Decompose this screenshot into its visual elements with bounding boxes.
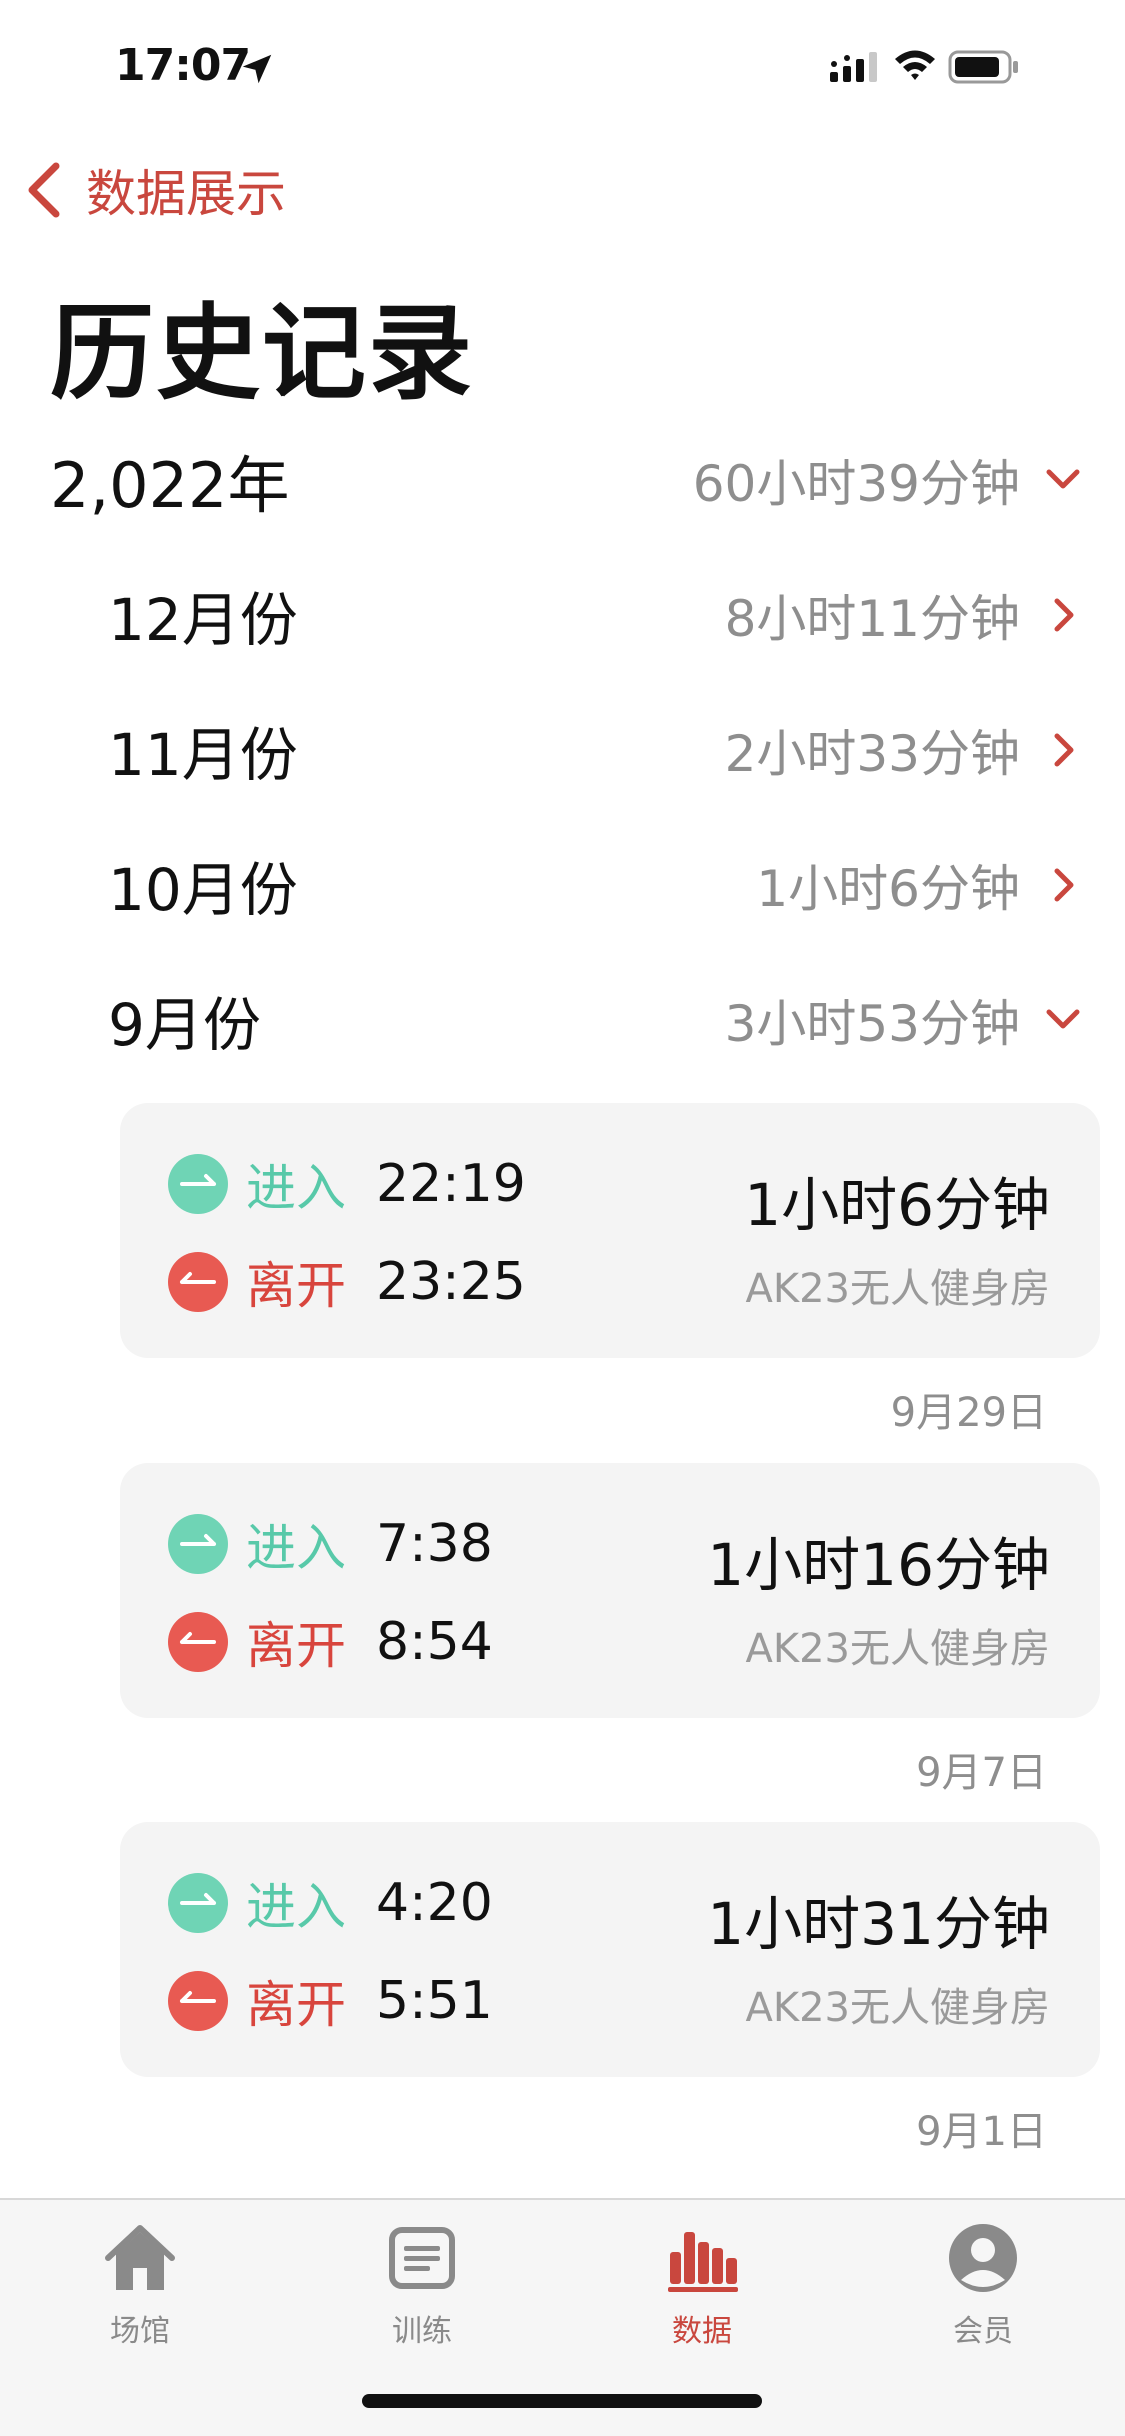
tab-label: 场馆	[110, 2314, 170, 2349]
leave-line: 离开 5:51	[168, 1970, 493, 2034]
tab-label: 会员	[953, 2314, 1013, 2349]
leave-line: 离开 8:54	[168, 1611, 493, 1675]
enter-line: 进入 4:20	[168, 1872, 493, 1936]
month-row[interactable]: 11月份 2小时33分钟	[0, 700, 1125, 800]
chevron-left-icon	[28, 162, 60, 218]
tab-label: 训练	[392, 2314, 452, 2349]
record-card[interactable]: 进入 4:20 离开 5:51 1小时31分钟 AK23无人健身房	[120, 1822, 1100, 2077]
wifi-icon	[895, 50, 935, 80]
location-arrow-icon	[242, 54, 272, 84]
enter-label: 进入	[246, 1519, 346, 1577]
record-date: 9月29日	[890, 1390, 1047, 1436]
chevron-down-icon	[1046, 1009, 1080, 1029]
enter-arrow-icon	[168, 1514, 228, 1574]
leave-arrow-icon	[168, 1612, 228, 1672]
duration: 1小时16分钟	[707, 1531, 1050, 1599]
status-bar: 17:07	[0, 0, 1125, 130]
screen: 17:07 数据展示 历史记录 2,022年 60小时39分钟 12月份 8小时…	[0, 0, 1125, 2436]
status-time: 17:07	[115, 40, 251, 91]
list-icon	[389, 2227, 455, 2289]
enter-line: 进入 22:19	[168, 1153, 526, 1217]
tab-training[interactable]: 训练	[342, 2218, 502, 2358]
leave-time: 23:25	[376, 1252, 526, 1312]
record-date: 9月7日	[916, 1750, 1047, 1796]
enter-label: 进入	[246, 1878, 346, 1936]
leave-arrow-icon	[168, 1971, 228, 2031]
leave-arrow-icon	[168, 1252, 228, 1312]
month-row[interactable]: 10月份 1小时6分钟	[0, 835, 1125, 935]
enter-line: 进入 7:38	[168, 1513, 493, 1577]
month-label: 9月份	[108, 991, 261, 1059]
venue-name: AK23无人健身房	[745, 1985, 1051, 2031]
month-row[interactable]: 9月份 3小时53分钟	[0, 970, 1125, 1070]
back-button[interactable]: 数据展示	[24, 155, 286, 225]
month-row[interactable]: 12月份 8小时11分钟	[0, 565, 1125, 665]
record-card[interactable]: 进入 7:38 离开 8:54 1小时16分钟 AK23无人健身房	[120, 1463, 1100, 1718]
month-total: 2小时33分钟	[724, 725, 1020, 783]
page-title: 历史记录	[50, 292, 475, 414]
month-label: 10月份	[108, 856, 298, 924]
battery-icon	[948, 50, 1018, 84]
leave-time: 8:54	[376, 1612, 493, 1672]
chevron-right-icon	[1054, 733, 1074, 767]
year-label: 2,022年	[50, 449, 290, 522]
chevron-right-icon	[1054, 868, 1074, 902]
leave-label: 离开	[246, 1617, 346, 1675]
enter-arrow-icon	[168, 1873, 228, 1933]
tab-venue[interactable]: 场馆	[60, 2218, 220, 2358]
month-total: 1小时6分钟	[756, 860, 1020, 918]
venue-name: AK23无人健身房	[745, 1266, 1051, 1312]
month-label: 12月份	[108, 586, 298, 654]
tab-label: 数据	[672, 2314, 732, 2349]
month-total: 3小时53分钟	[724, 995, 1020, 1053]
house-icon	[105, 2225, 175, 2290]
month-total: 8小时11分钟	[724, 590, 1020, 648]
month-label: 11月份	[108, 721, 298, 789]
chevron-down-icon	[1046, 469, 1080, 489]
tab-data[interactable]: 数据	[622, 2218, 782, 2358]
year-row[interactable]: 2,022年 60小时39分钟	[0, 430, 1125, 530]
bar-chart-icon	[668, 2232, 738, 2292]
venue-name: AK23无人健身房	[745, 1626, 1051, 1672]
leave-label: 离开	[246, 1976, 346, 2034]
duration: 1小时31分钟	[707, 1890, 1050, 1958]
enter-time: 4:20	[376, 1873, 493, 1933]
back-label: 数据展示	[86, 165, 286, 223]
leave-label: 离开	[246, 1257, 346, 1315]
enter-time: 22:19	[376, 1154, 526, 1214]
home-indicator[interactable]	[362, 2394, 762, 2408]
enter-time: 7:38	[376, 1514, 493, 1574]
year-total: 60小时39分钟	[692, 455, 1020, 513]
enter-arrow-icon	[168, 1154, 228, 1214]
leave-line: 离开 23:25	[168, 1251, 526, 1315]
chevron-right-icon	[1054, 598, 1074, 632]
tab-member[interactable]: 会员	[903, 2218, 1063, 2358]
cellular-signal-icon	[830, 52, 877, 82]
enter-label: 进入	[246, 1159, 346, 1217]
record-date: 9月1日	[916, 2109, 1047, 2155]
duration: 1小时6分钟	[744, 1171, 1050, 1239]
leave-time: 5:51	[376, 1971, 493, 2031]
record-card[interactable]: 进入 22:19 离开 23:25 1小时6分钟 AK23无人健身房	[120, 1103, 1100, 1358]
person-icon	[949, 2224, 1017, 2292]
